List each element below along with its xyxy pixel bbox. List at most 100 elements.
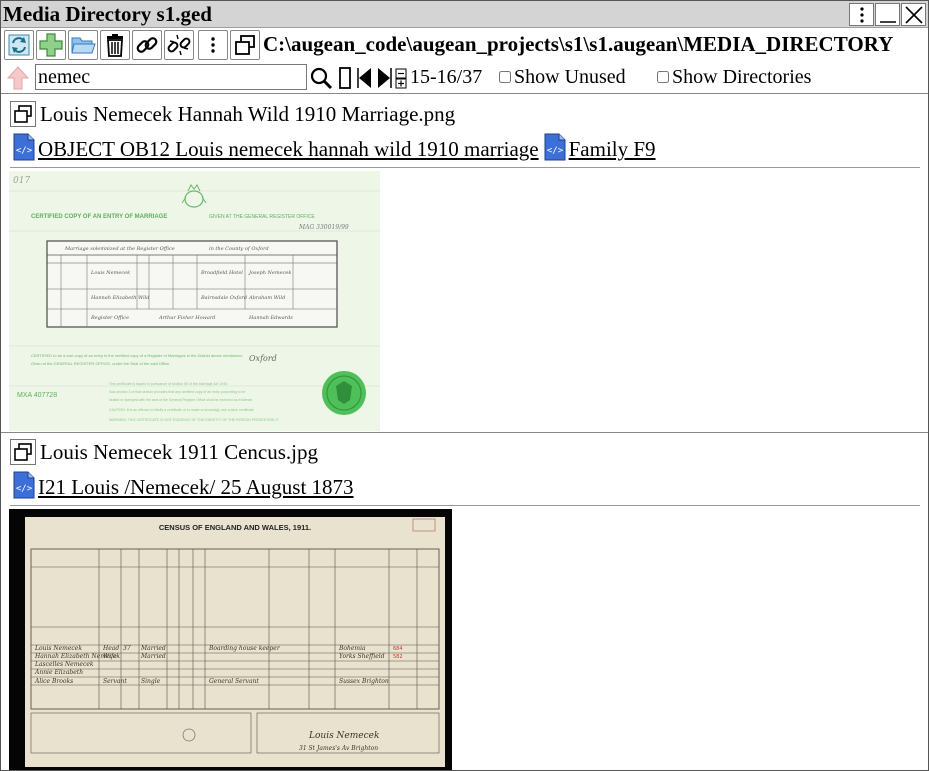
triangle-right-icon	[378, 68, 392, 88]
svg-text:Sub-section 3 of that section: Sub-section 3 of that section provides t…	[109, 390, 245, 394]
svg-text:684: 684	[393, 646, 403, 652]
individual-link[interactable]: I21 Louis /Nemecek/ 25 August 1873	[38, 475, 354, 499]
divider	[10, 167, 920, 168]
new-window-button[interactable]	[230, 30, 260, 60]
search-button[interactable]	[308, 64, 334, 92]
open-media-button[interactable]	[10, 439, 36, 465]
family-record-icon[interactable]: </>	[541, 133, 569, 161]
media-directory-window: Media Directory s1.ged C:\augean_code\au…	[0, 0, 929, 771]
delete-button[interactable]	[100, 30, 130, 60]
up-button[interactable]	[5, 65, 31, 91]
svg-text:CAUTION: It is an offence to f: CAUTION: It is an offence to falsify a c…	[109, 408, 254, 412]
svg-text:Sussex Brighton: Sussex Brighton	[339, 678, 389, 685]
media-links-row: </> OBJECT OB12 Louis nemecek hannah wil…	[10, 131, 658, 161]
object-record-icon[interactable]: </>	[10, 133, 38, 161]
plus-minus-icon	[395, 68, 407, 89]
link-button[interactable]	[132, 30, 162, 60]
svg-text:31 St James's Av Brighton: 31 St James's Av Brighton	[299, 745, 378, 752]
minimize-icon	[879, 20, 896, 23]
show-directories-checkbox[interactable]: Show Directories	[657, 64, 811, 90]
close-icon	[904, 5, 923, 24]
next-page-button[interactable]	[375, 64, 393, 92]
svg-text:37: 37	[123, 645, 131, 652]
kebab-menu-icon	[211, 37, 215, 53]
show-directories-check[interactable]	[657, 71, 669, 83]
svg-text:Annie Elizabeth: Annie Elizabeth	[34, 669, 83, 676]
media-filename: Louis Nemecek Hannah Wild 1910 Marriage.…	[40, 102, 456, 126]
svg-text:sealed or stamped with the sea: sealed or stamped with the seal of the G…	[109, 398, 252, 402]
svg-text:Single: Single	[141, 678, 161, 685]
open-folder-button[interactable]	[68, 30, 98, 60]
svg-text:Louis Nemecek: Louis Nemecek	[308, 731, 379, 741]
open-media-button[interactable]	[10, 101, 36, 127]
svg-text:CERTIFIED to be a true copy of: CERTIFIED to be a true copy of an entry …	[31, 353, 243, 358]
certificate-serial: MXA 407728	[17, 392, 57, 399]
new-window-icon	[14, 443, 32, 461]
svg-text:Abraham Wild: Abraham Wild	[248, 295, 285, 301]
close-button[interactable]	[901, 3, 926, 26]
arrow-up-icon	[7, 66, 29, 90]
svg-text:Head: Head	[102, 645, 119, 652]
unlink-button[interactable]	[164, 30, 194, 60]
svg-text:</>: </>	[16, 484, 33, 494]
page-size-stepper[interactable]	[395, 64, 407, 92]
marriage-certificate-image[interactable]: 017 CERTIFIED COPY OF AN ENTRY OF MARRIA…	[9, 171, 380, 431]
svg-text:Given at the GENERAL REGISTER: Given at the GENERAL REGISTER OFFICE, un…	[31, 361, 170, 366]
media-file-row: Louis Nemecek Hannah Wild 1910 Marriage.…	[10, 100, 455, 128]
svg-text:Broadfield Hotel: Broadfield Hotel	[200, 270, 243, 276]
svg-text:General Servant: General Servant	[209, 678, 259, 685]
svg-text:</>: </>	[546, 146, 563, 156]
svg-text:MAG 330019/99: MAG 330019/99	[298, 224, 349, 231]
window-menu-button[interactable]	[849, 3, 874, 26]
svg-text:Married: Married	[140, 645, 166, 652]
svg-text:Married: Married	[140, 653, 166, 660]
open-folder-icon	[71, 37, 96, 54]
media-list: Louis Nemecek Hannah Wild 1910 Marriage.…	[1, 95, 928, 770]
more-options-button[interactable]	[198, 30, 228, 60]
media-links-row: </> I21 Louis /Nemecek/ 25 August 1873	[10, 469, 356, 499]
certificate-subtitle: GIVEN AT THE GENERAL REGISTER OFFICE	[209, 214, 315, 220]
show-directories-label: Show Directories	[672, 66, 812, 88]
certificate-illustration: 017 CERTIFIED COPY OF AN ENTRY OF MARRIA…	[9, 171, 380, 431]
svg-text:582: 582	[393, 654, 403, 660]
census-illustration: CENSUS OF ENGLAND AND WALES, 1911. Louis…	[9, 509, 452, 770]
svg-text:Marriage solemnized at the Reg: Marriage solemnized at the Register Offi…	[64, 246, 175, 252]
individual-record-icon[interactable]: </>	[10, 471, 38, 499]
family-link[interactable]: Family F9	[569, 137, 656, 161]
minimize-button[interactable]	[875, 3, 900, 26]
pager-range: 15-16/37	[410, 66, 483, 88]
page-icon	[339, 67, 351, 89]
refresh-icon	[8, 34, 30, 56]
record-icon: </>	[544, 133, 566, 161]
media-file-row: Louis Nemecek 1911 Cencus.jpg	[10, 438, 318, 466]
add-button[interactable]	[36, 30, 66, 60]
search-input[interactable]	[35, 64, 307, 90]
svg-text:in the County of Oxford: in the County of Oxford	[209, 246, 269, 252]
show-unused-label: Show Unused	[514, 66, 626, 88]
trash-icon	[107, 34, 123, 57]
media-directory-path: C:\augean_code\augean_projects\s1\s1.aug…	[263, 32, 894, 56]
show-unused-check[interactable]	[499, 71, 511, 83]
new-window-icon	[235, 35, 255, 55]
svg-text:Louis Nemecek: Louis Nemecek	[90, 270, 130, 276]
previous-page-button[interactable]	[356, 64, 374, 92]
svg-text:Boarding house keeper: Boarding house keeper	[208, 645, 281, 652]
svg-text:Hannah Elizabeth Wild: Hannah Elizabeth Wild	[90, 295, 149, 301]
svg-text:Arthur Fisher Howard: Arthur Fisher Howard	[158, 315, 215, 321]
refresh-button[interactable]	[4, 30, 34, 60]
show-unused-checkbox[interactable]: Show Unused	[499, 64, 626, 90]
record-icon: </>	[13, 471, 35, 499]
divider	[10, 505, 920, 506]
link-icon	[136, 37, 158, 53]
certificate-title: CERTIFIED COPY OF AN ENTRY OF MARRIAGE	[31, 214, 167, 220]
census-image[interactable]: CENSUS OF ENGLAND AND WALES, 1911. Louis…	[9, 509, 452, 770]
entry-separator	[1, 432, 928, 433]
triangle-left-icon	[357, 68, 371, 88]
svg-text:Wife: Wife	[103, 653, 117, 660]
svg-text:Hannah Edwards: Hannah Edwards	[248, 315, 293, 321]
page-view-button[interactable]	[337, 64, 353, 92]
svg-text:Yorks Sheffield: Yorks Sheffield	[339, 653, 385, 660]
svg-text:Louis Nemecek: Louis Nemecek	[34, 645, 82, 652]
object-link[interactable]: OBJECT OB12 Louis nemecek hannah wild 19…	[38, 137, 539, 161]
search-icon	[310, 67, 333, 90]
